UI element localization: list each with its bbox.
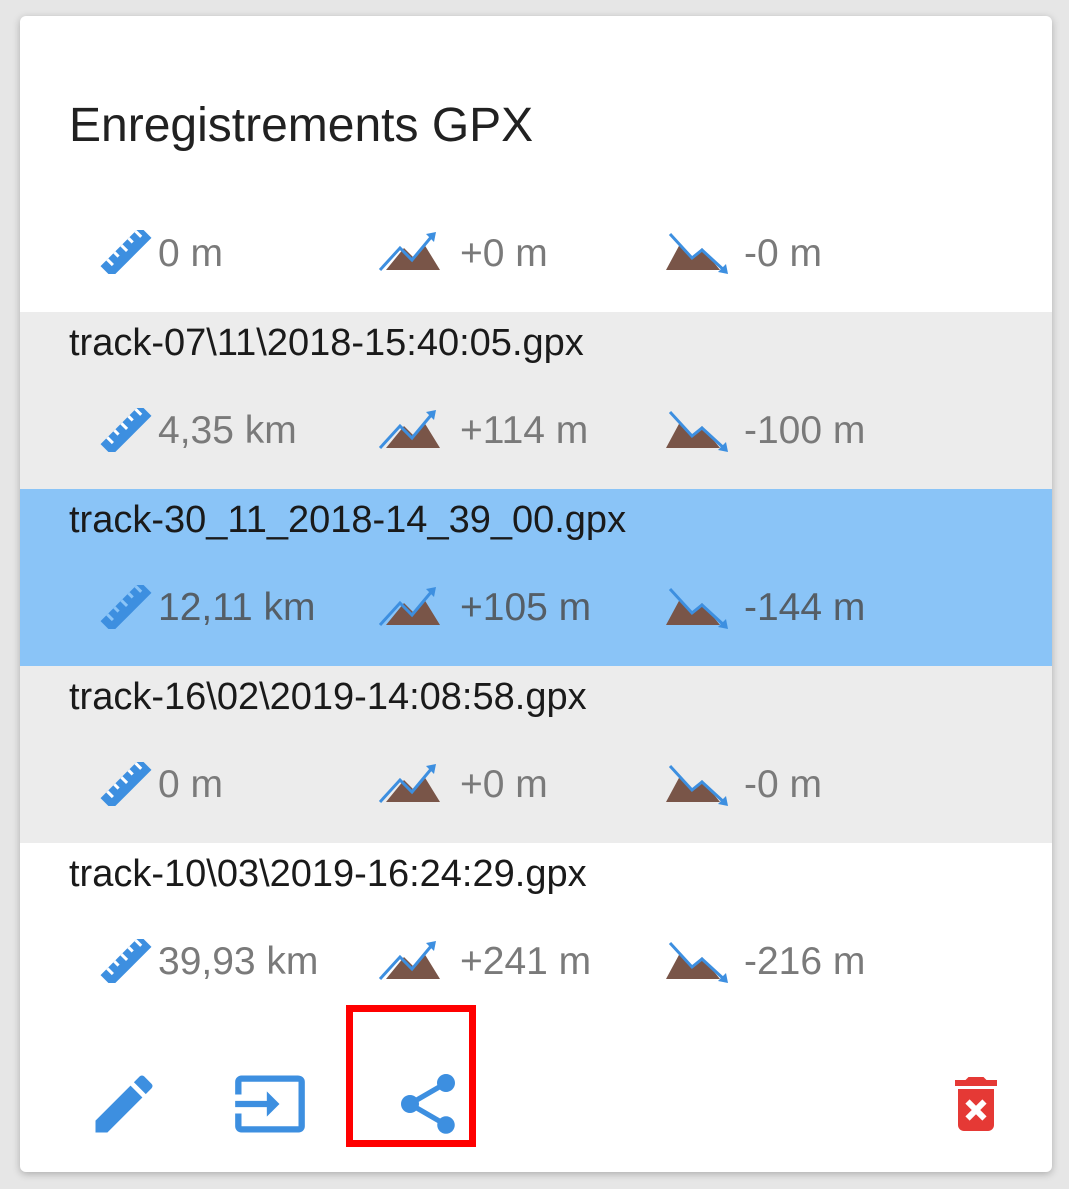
edit-button[interactable] bbox=[76, 1056, 172, 1152]
ascent-mountain-icon bbox=[378, 232, 440, 272]
track-row-selected[interactable]: track-30_11_2018-14_39_00.gpx 12,11 km +… bbox=[20, 489, 1052, 666]
ruler-icon bbox=[100, 408, 152, 452]
descent-mountain-icon bbox=[666, 587, 728, 629]
descent-mountain-icon bbox=[666, 232, 728, 274]
descent-mountain-icon bbox=[666, 410, 728, 452]
track-ascent: +0 m bbox=[460, 763, 548, 806]
track-name: track-07\11\2018-15:40:05.gpx bbox=[69, 322, 584, 364]
track-distance: 39,93 km bbox=[158, 940, 319, 983]
share-highlight-box bbox=[346, 1005, 476, 1147]
track-name: track-10\03\2019-16:24:29.gpx bbox=[69, 853, 587, 895]
track-ascent: +105 m bbox=[460, 586, 592, 629]
ruler-icon bbox=[100, 762, 152, 806]
ascent-mountain-icon bbox=[378, 410, 440, 450]
ruler-icon bbox=[100, 939, 152, 983]
track-name: track-16\02\2019-14:08:58.gpx bbox=[69, 676, 587, 718]
track-distance: 12,11 km bbox=[158, 586, 316, 629]
track-ascent: +0 m bbox=[460, 232, 548, 275]
track-distance: 0 m bbox=[158, 232, 224, 275]
track-row[interactable]: track-10\03\2019-16:24:29.gpx 39,93 km +… bbox=[20, 843, 1052, 1020]
track-ascent: +241 m bbox=[460, 940, 592, 983]
track-descent: -0 m bbox=[744, 232, 822, 275]
track-distance: 4,35 km bbox=[158, 409, 297, 452]
track-distance: 0 m bbox=[158, 763, 224, 806]
import-button[interactable] bbox=[222, 1056, 318, 1152]
track-ascent: +114 m bbox=[460, 409, 589, 452]
track-descent: -144 m bbox=[744, 586, 866, 629]
track-descent: -100 m bbox=[744, 409, 866, 452]
ascent-mountain-icon bbox=[378, 764, 440, 804]
gpx-dialog: Enregistrements GPX 0 m +0 m -0 m track-… bbox=[20, 16, 1052, 1172]
track-descent: -0 m bbox=[744, 763, 822, 806]
track-row[interactable]: track-16\02\2019-14:08:58.gpx 0 m +0 m -… bbox=[20, 666, 1052, 843]
ruler-icon bbox=[100, 585, 152, 629]
delete-button[interactable] bbox=[928, 1056, 1024, 1152]
pencil-icon bbox=[95, 1075, 153, 1133]
import-icon bbox=[235, 1075, 305, 1133]
descent-mountain-icon bbox=[666, 764, 728, 806]
ascent-mountain-icon bbox=[378, 941, 440, 981]
track-name: track-30_11_2018-14_39_00.gpx bbox=[69, 499, 627, 541]
trash-icon bbox=[955, 1077, 997, 1131]
track-row[interactable]: track-07\11\2018-15:40:05.gpx 4,35 km +1… bbox=[20, 312, 1052, 489]
ascent-mountain-icon bbox=[378, 587, 440, 627]
track-descent: -216 m bbox=[744, 940, 866, 983]
ruler-icon bbox=[100, 230, 152, 274]
track-row[interactable]: 0 m +0 m -0 m bbox=[20, 135, 1052, 312]
descent-mountain-icon bbox=[666, 941, 728, 983]
